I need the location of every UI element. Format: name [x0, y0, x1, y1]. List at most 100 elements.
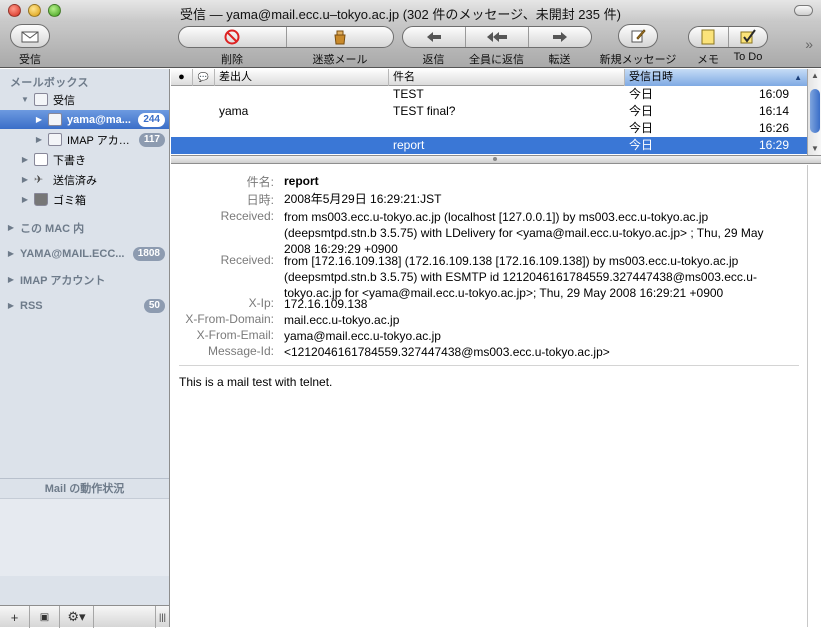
disclosure-triangle-icon[interactable]: ▶	[20, 195, 30, 204]
sidebar-footer: + ▣ ⚙▾ |||	[0, 605, 169, 628]
toolbar-toggle-button[interactable]	[794, 5, 813, 16]
note-todo-group	[688, 26, 768, 48]
sidebar-item-trash[interactable]: ▶ ゴミ箱	[0, 190, 169, 209]
junk-bag-icon	[334, 30, 346, 45]
disclosure-triangle-icon[interactable]: ▶	[6, 223, 16, 232]
row-subject: TEST	[393, 87, 424, 101]
delete-junk-group	[178, 26, 394, 48]
disclosure-triangle-icon[interactable]: ▶	[20, 155, 30, 164]
disclosure-triangle-icon[interactable]: ▶	[34, 115, 44, 124]
disclosure-triangle-icon[interactable]: ▶	[20, 175, 30, 184]
sidebar-section-on-my-mac[interactable]: ▶ この MAC 内	[0, 218, 169, 237]
action-menu-button[interactable]: ⚙▾	[60, 606, 94, 628]
inbox-tray-icon	[34, 93, 48, 106]
table-row[interactable]: 今日 16:26	[171, 120, 807, 137]
sidebar-item-inbox-yama[interactable]: ▶ yama@ma... 244	[0, 110, 169, 129]
header-label: 日時:	[246, 193, 274, 207]
row-date: 今日	[629, 104, 654, 118]
sidebar-item-inbox[interactable]: ▼ 受信	[0, 90, 169, 109]
disclosure-triangle-icon[interactable]: ▼	[20, 95, 30, 104]
header-received-value: from ms003.ecc.u-tokyo.ac.jp (localhost …	[284, 210, 764, 256]
row-date: 今日	[629, 87, 654, 101]
header-label: Message-Id:	[207, 344, 274, 358]
sidebar-item-sent[interactable]: ▶ ✈ 送信済み	[0, 170, 169, 189]
scrollbar-thumb[interactable]	[810, 89, 820, 133]
column-from[interactable]: 差出人	[215, 69, 389, 86]
sidebar-item-label: yama@ma...	[67, 113, 131, 126]
header-received-value: from [172.16.109.138] (172.16.109.138 [1…	[284, 254, 757, 300]
split-view-divider[interactable]	[171, 155, 821, 164]
activity-area	[0, 498, 169, 576]
scroll-down-arrow-icon[interactable]: ▼	[811, 144, 819, 153]
unread-count-badge: 117	[138, 132, 165, 147]
sidebar-item-inbox-imap[interactable]: ▶ IMAP アカ… 117	[0, 130, 169, 149]
message-list: ● 💬 差出人 件名 受信日時 ▲ TEST 今日 16:09 yama TES…	[171, 69, 821, 155]
reply-all-button[interactable]	[466, 27, 529, 47]
disclosure-triangle-icon[interactable]: ▶	[6, 275, 16, 284]
zoom-window-button[interactable]	[48, 4, 61, 17]
note-label: メモ	[697, 54, 719, 66]
title-bar: 受信 — yama@mail.ecc.u–tokyo.ac.jp (302 件の…	[0, 0, 821, 22]
minimize-window-button[interactable]	[28, 4, 41, 17]
note-icon	[701, 29, 715, 45]
sidebar-item-drafts[interactable]: ▶ 下書き	[0, 150, 169, 169]
close-window-button[interactable]	[8, 4, 21, 17]
sort-ascending-icon: ▲	[794, 73, 802, 82]
show-activity-button[interactable]: ▣	[30, 606, 60, 628]
row-date: 今日	[629, 138, 654, 152]
table-row-selected[interactable]: report 今日 16:29	[171, 137, 807, 154]
add-mailbox-button[interactable]: +	[0, 606, 30, 628]
todo-button[interactable]	[729, 27, 768, 47]
resize-handle[interactable]: |||	[155, 606, 169, 628]
disclosure-triangle-icon[interactable]: ▶	[6, 249, 16, 258]
scroll-up-arrow-icon[interactable]: ▲	[811, 71, 819, 80]
table-row[interactable]: TEST 今日 16:09	[171, 86, 807, 103]
message-body: This is a mail test with telnet.	[179, 375, 333, 389]
header-label: Received:	[220, 209, 274, 223]
draft-document-icon	[34, 153, 48, 166]
sidebar-section-label: IMAP アカウント	[20, 274, 106, 287]
sidebar-section-label: RSS	[20, 299, 43, 312]
trash-can-icon	[34, 193, 48, 206]
note-button[interactable]	[689, 27, 729, 47]
reply-button[interactable]	[403, 27, 466, 47]
unread-count-badge: 244	[138, 112, 165, 127]
row-from: yama	[219, 104, 249, 118]
forward-label: 転送	[548, 54, 571, 66]
sidebar-item-label: 下書き	[53, 154, 86, 167]
sent-plane-icon: ✈	[34, 174, 44, 186]
row-subject: TEST final?	[393, 104, 456, 118]
row-date: 今日	[629, 121, 654, 135]
sidebar-section-rss[interactable]: ▶ RSS 50	[0, 296, 169, 315]
compose-icon	[631, 29, 646, 43]
junk-button[interactable]	[287, 27, 394, 47]
header-date-value: 2008年5月29日 16:29:21:JST	[284, 192, 442, 206]
sidebar-section-imap-account[interactable]: ▶ IMAP アカウント	[0, 270, 169, 289]
split-handle-dot	[493, 157, 497, 161]
sidebar-section-yama-account[interactable]: ▶ YAMA@MAIL.ECC... 1808	[0, 244, 169, 263]
column-date-received[interactable]: 受信日時 ▲	[625, 69, 807, 86]
delete-button[interactable]	[179, 27, 287, 47]
header-label: 件名:	[246, 175, 274, 189]
column-flag[interactable]: 💬	[193, 69, 215, 86]
header-x-from-domain-value: mail.ecc.u-tokyo.ac.jp	[284, 313, 400, 327]
forward-button[interactable]	[529, 27, 591, 47]
message-viewer-scrollbar[interactable]	[807, 165, 821, 627]
toolbar-overflow-icon[interactable]: »	[805, 36, 813, 52]
header-subject-value: report	[284, 174, 319, 188]
envelope-icon	[21, 31, 39, 43]
header-message-id-value: <1212046161784559.327447438@ms003.ecc.u-…	[284, 345, 610, 359]
table-row[interactable]: yama TEST final? 今日 16:14	[171, 103, 807, 120]
column-status[interactable]: ●	[171, 69, 193, 86]
column-label: 受信日時	[629, 71, 673, 83]
disclosure-triangle-icon[interactable]: ▶	[34, 135, 44, 144]
message-list-scrollbar[interactable]: ▲ ▼	[807, 69, 821, 155]
gear-icon: ⚙▾	[67, 609, 86, 624]
sidebar-item-label: IMAP アカ…	[67, 134, 130, 147]
column-subject[interactable]: 件名	[389, 69, 625, 86]
get-mail-button[interactable]	[10, 24, 50, 48]
sidebar-section-label: YAMA@MAIL.ECC...	[20, 247, 125, 260]
mailboxes-header: メールボックス	[10, 77, 89, 89]
disclosure-triangle-icon[interactable]: ▶	[6, 301, 16, 310]
new-message-button[interactable]	[618, 24, 658, 48]
